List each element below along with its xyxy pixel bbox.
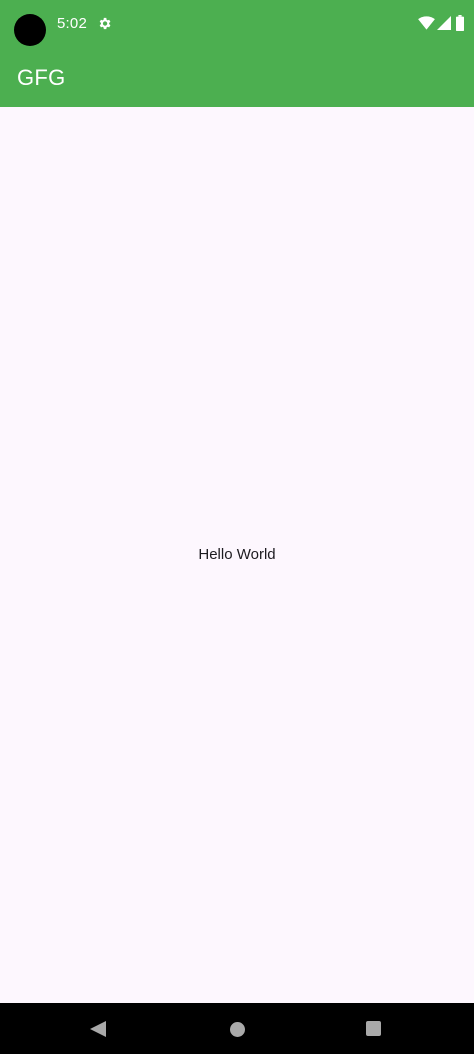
signal-icon [437, 16, 451, 30]
back-icon[interactable] [90, 1021, 106, 1037]
app-title: GFG [17, 65, 66, 90]
status-clock: 5:02 [57, 15, 87, 32]
battery-icon [456, 15, 464, 31]
wifi-icon [418, 16, 435, 30]
status-bar: 5:02 [0, 0, 474, 48]
home-icon[interactable] [230, 1022, 245, 1037]
app-bar: GFG [0, 48, 474, 107]
recents-icon[interactable] [366, 1021, 381, 1036]
gear-icon [99, 17, 111, 30]
hello-text: Hello World [198, 546, 276, 563]
main-content: Hello World [0, 107, 474, 1003]
navigation-bar [0, 1003, 474, 1054]
camera-cutout [14, 14, 46, 46]
